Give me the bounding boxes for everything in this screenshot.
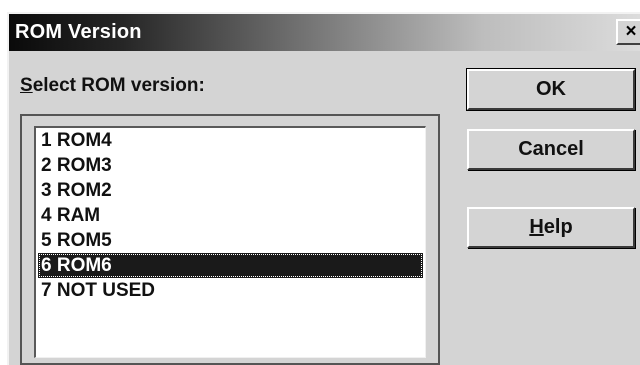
cancel-button[interactable]: Cancel [467, 129, 635, 170]
select-label-rest: elect ROM version: [32, 75, 205, 96]
rom-listbox[interactable]: 1 ROM4 2 ROM3 3 ROM2 4 RAM 5 ROM5 6 ROM6… [34, 126, 426, 358]
close-icon[interactable]: × [616, 19, 640, 45]
rom-listbox-frame: 1 ROM4 2 ROM3 3 ROM2 4 RAM 5 ROM5 6 ROM6… [20, 114, 440, 365]
help-label-rest: elp [543, 216, 573, 238]
rom-version-dialog: ROM Version × Select ROM version: 1 ROM4… [7, 12, 640, 365]
list-item[interactable]: 3 ROM2 [38, 178, 423, 203]
ok-button[interactable]: OK [466, 68, 636, 111]
list-item-selected[interactable]: 6 ROM6 [38, 253, 423, 278]
list-item[interactable]: 4 RAM [38, 203, 423, 228]
title-bar[interactable]: ROM Version [9, 14, 640, 51]
help-button[interactable]: Help [467, 207, 635, 248]
list-item[interactable]: 1 ROM4 [38, 128, 423, 153]
dialog-title: ROM Version [15, 21, 142, 43]
list-item[interactable]: 2 ROM3 [38, 153, 423, 178]
select-rom-label: Select ROM version: [20, 75, 205, 97]
list-item[interactable]: 5 ROM5 [38, 228, 423, 253]
select-mnemonic: S [20, 75, 33, 96]
list-item[interactable]: 7 NOT USED [38, 278, 423, 303]
help-mnemonic: H [529, 216, 544, 238]
